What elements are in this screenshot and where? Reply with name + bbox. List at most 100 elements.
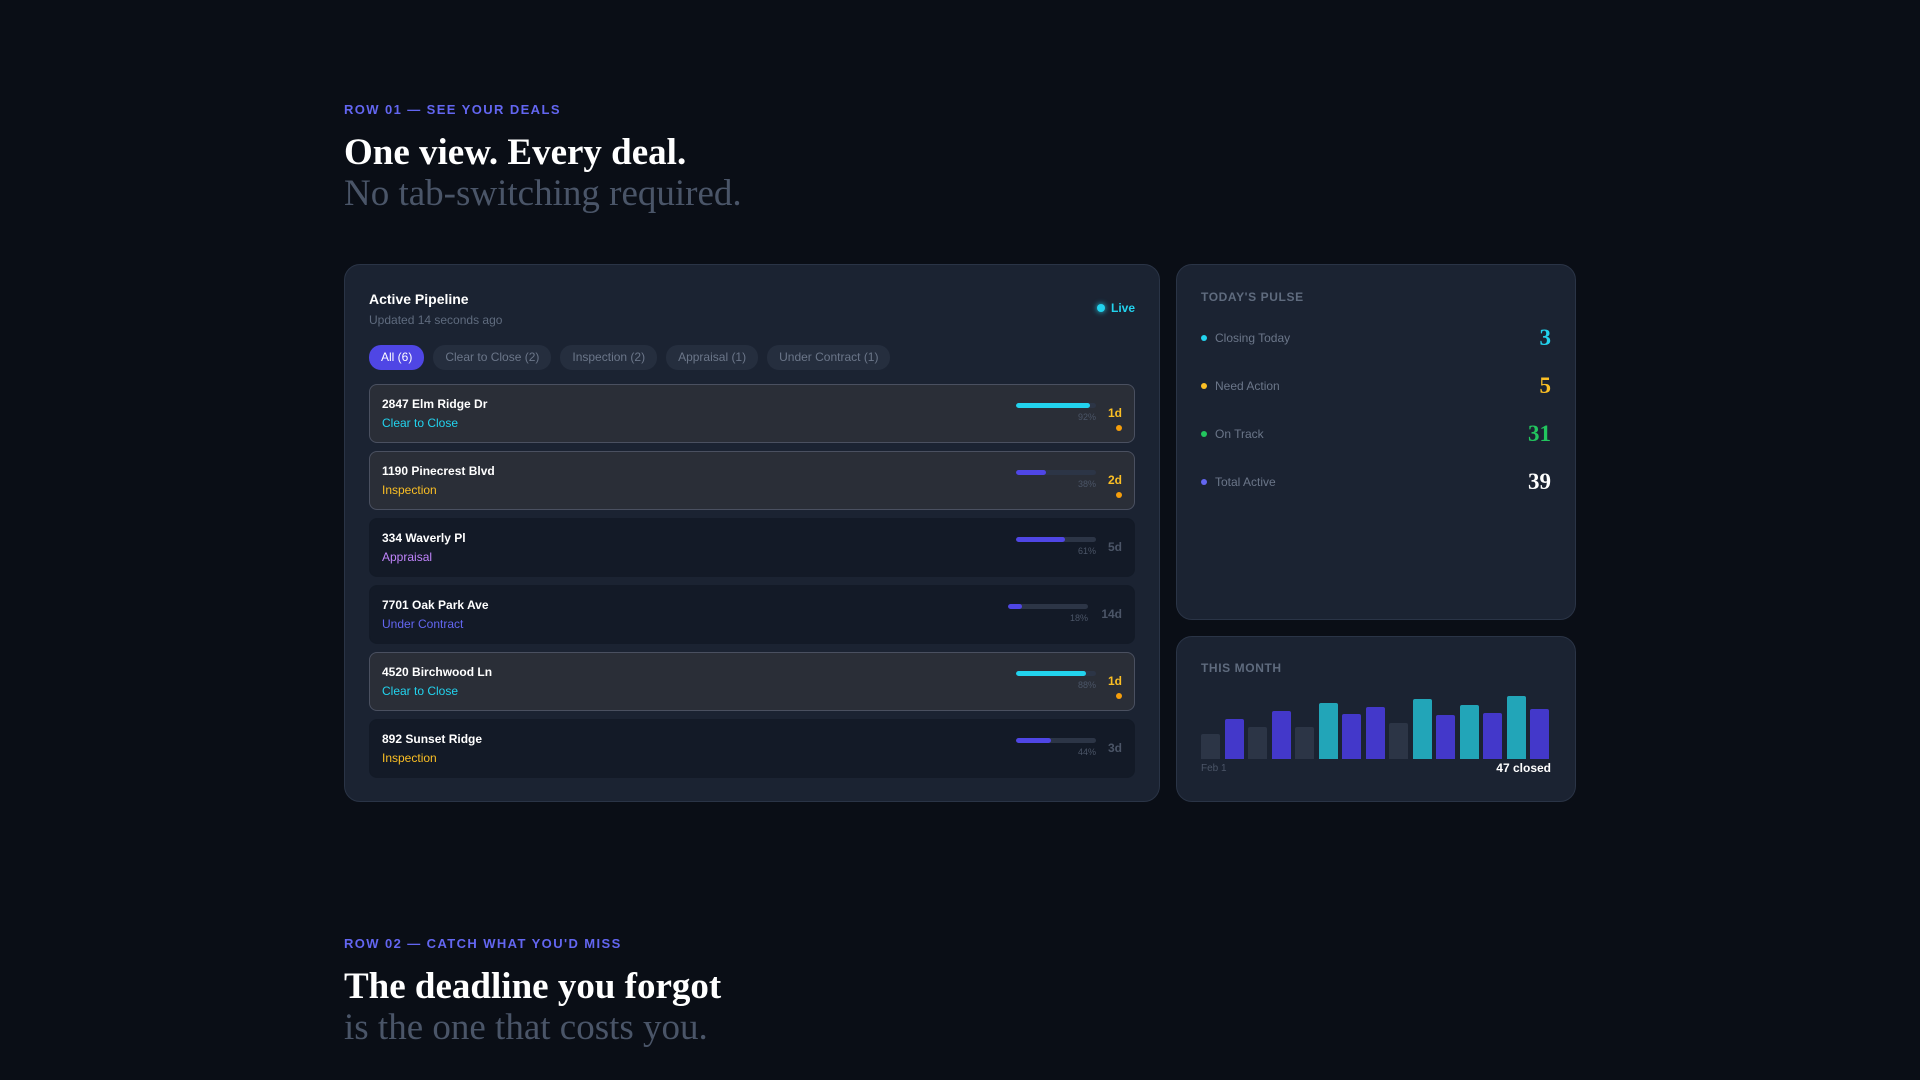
status-dot-icon <box>1201 335 1207 341</box>
deal-progress: 92% <box>1016 403 1096 422</box>
deal-list: 2847 Elm Ridge Dr Clear to Close 92% 1d … <box>369 384 1135 778</box>
month-bar <box>1436 715 1455 759</box>
pulse-label: TODAY'S PULSE <box>1201 290 1304 304</box>
deal-row[interactable]: 334 Waverly Pl Appraisal 61% 5d <box>369 518 1135 577</box>
filter-chip-under-contract[interactable]: Under Contract (1) <box>767 345 891 370</box>
deal-progress-fill <box>1016 738 1052 743</box>
deal-progress: 88% <box>1016 671 1096 690</box>
status-dot-icon <box>1201 383 1207 389</box>
month-bar <box>1389 723 1408 759</box>
month-bar <box>1248 727 1267 759</box>
pipeline-filters: All (6) Clear to Close (2) Inspection (2… <box>369 345 1135 370</box>
month-bar <box>1224 719 1244 759</box>
filter-chip-all[interactable]: All (6) <box>369 345 425 370</box>
deal-progress-fill <box>1008 604 1023 609</box>
month-bar <box>1530 709 1549 759</box>
urgent-dot-icon <box>1116 492 1122 498</box>
deal-days: 3d <box>1107 741 1122 755</box>
deal-progress-label: 44% <box>1077 747 1096 757</box>
deal-progress-label: 92% <box>1077 412 1096 422</box>
status-dot-icon <box>1201 431 1207 437</box>
month-label: THIS MONTH <box>1201 661 1282 675</box>
stat-value: 31 <box>1528 421 1551 446</box>
deal-address: 2847 Elm Ridge Dr <box>382 397 488 411</box>
month-bar <box>1271 711 1291 759</box>
deal-progress-label: 18% <box>1069 613 1088 623</box>
deal-progress-fill <box>1016 537 1065 542</box>
row2-header: ROW 02 — CATCH WHAT YOU'D MISS The deadl… <box>344 936 721 1048</box>
deal-stage: Inspection <box>382 483 437 497</box>
month-bar <box>1201 734 1220 759</box>
deal-progress-fill <box>1016 671 1087 676</box>
deal-progress: 38% <box>1016 470 1096 489</box>
month-start-label: Feb 1 <box>1201 763 1227 774</box>
stat-on-track: On Track 31 <box>1201 421 1551 447</box>
deal-row[interactable]: 892 Sunset Ridge Inspection 44% 3d <box>369 719 1135 778</box>
deal-days: 5d <box>1107 540 1122 554</box>
stat-label: Total Active <box>1215 475 1276 489</box>
monthly-closings-bars <box>1201 687 1553 759</box>
stat-value: 5 <box>1539 373 1552 398</box>
deal-progress-label: 38% <box>1077 479 1096 489</box>
deal-row[interactable]: 7701 Oak Park Ave Under Contract 18% 14d <box>369 585 1135 644</box>
deal-progress-label: 88% <box>1077 680 1096 690</box>
deal-address: 892 Sunset Ridge <box>382 732 483 746</box>
this-month-card: THIS MONTH Feb 1 47 closed <box>1176 636 1576 802</box>
pipeline-title: Active Pipeline <box>369 291 469 307</box>
row1-eyebrow: ROW 01 — SEE YOUR DEALS <box>344 102 561 117</box>
month-bar <box>1295 727 1314 759</box>
active-pipeline-card: Active Pipeline Updated 14 seconds ago L… <box>344 264 1160 802</box>
row1-headline: One view. Every deal. <box>344 132 687 173</box>
month-closed-count: 47 closed <box>1496 761 1551 775</box>
deal-progress: 61% <box>1016 537 1096 556</box>
deal-progress-fill <box>1016 403 1090 408</box>
deal-address: 1190 Pinecrest Blvd <box>382 464 495 478</box>
deal-address: 4520 Birchwood Ln <box>382 665 493 679</box>
filter-chip-appraisal[interactable]: Appraisal (1) <box>666 345 759 370</box>
live-indicator: Live <box>1096 301 1135 315</box>
deal-row[interactable]: 4520 Birchwood Ln Clear to Close 88% 1d <box>369 652 1135 711</box>
month-bar <box>1459 705 1479 759</box>
row2-headline: The deadline you forgot <box>344 966 722 1007</box>
month-bar <box>1412 699 1432 759</box>
deal-progress: 44% <box>1016 738 1096 757</box>
stat-value: 3 <box>1539 325 1552 350</box>
pipeline-updated: Updated 14 seconds ago <box>369 313 503 327</box>
status-dot-icon <box>1201 479 1207 485</box>
month-bar <box>1506 696 1526 759</box>
deal-stage: Clear to Close <box>382 684 459 698</box>
deal-address: 334 Waverly Pl <box>382 531 466 545</box>
month-bar <box>1365 707 1385 759</box>
stat-value: 39 <box>1528 469 1551 494</box>
deal-days: 1d <box>1107 674 1122 688</box>
row1-subhead: No tab-switching required. <box>344 173 742 214</box>
month-bar <box>1318 703 1338 759</box>
deal-stage: Clear to Close <box>382 416 459 430</box>
deal-progress-label: 61% <box>1077 546 1096 556</box>
row1-header: ROW 01 — SEE YOUR DEALS One view. Every … <box>344 102 742 214</box>
stat-label: Closing Today <box>1215 331 1291 345</box>
deal-days: 1d <box>1107 406 1122 420</box>
live-label: Live <box>1110 301 1135 315</box>
month-bar <box>1483 713 1502 759</box>
stat-closing-today: Closing Today 3 <box>1201 325 1551 351</box>
live-dot-icon <box>1096 304 1105 312</box>
urgent-dot-icon <box>1116 425 1122 431</box>
row2-subhead: is the one that costs you. <box>344 1007 708 1048</box>
deal-stage: Appraisal <box>382 550 433 564</box>
month-bar <box>1342 714 1361 759</box>
deal-days: 14d <box>1101 607 1122 621</box>
deal-progress-fill <box>1016 470 1047 475</box>
deal-stage: Inspection <box>382 751 437 765</box>
stat-label: On Track <box>1215 427 1264 441</box>
stat-need-action: Need Action 5 <box>1201 373 1551 399</box>
todays-pulse-card: TODAY'S PULSE Closing Today 3 Need Actio… <box>1176 264 1576 620</box>
filter-chip-inspection[interactable]: Inspection (2) <box>560 345 658 370</box>
stat-total-active: Total Active 39 <box>1201 469 1551 495</box>
deal-row[interactable]: 1190 Pinecrest Blvd Inspection 38% 2d <box>369 451 1135 510</box>
deal-progress: 18% <box>1008 604 1088 623</box>
stat-label: Need Action <box>1215 379 1280 393</box>
urgent-dot-icon <box>1116 693 1122 699</box>
deal-row[interactable]: 2847 Elm Ridge Dr Clear to Close 92% 1d <box>369 384 1135 443</box>
filter-chip-clear-to-close[interactable]: Clear to Close (2) <box>433 345 552 370</box>
